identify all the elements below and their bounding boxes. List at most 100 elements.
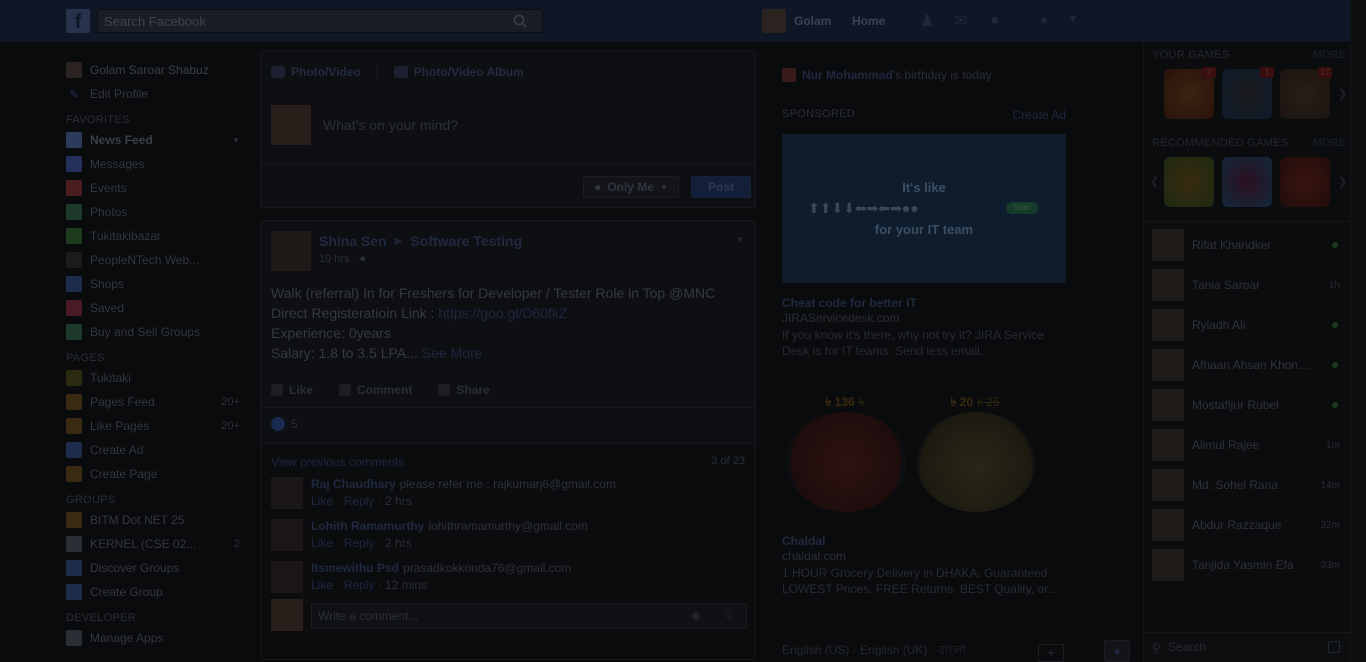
chevron-down-icon[interactable]: ▼	[232, 136, 240, 145]
chevron-right-icon[interactable]: ❯	[1338, 87, 1347, 100]
add-language-button[interactable]: +	[1038, 644, 1064, 662]
comment-like-link[interactable]: Like	[311, 494, 333, 508]
avatar[interactable]	[271, 561, 303, 593]
sidebar-item-create-group[interactable]: Create Group	[66, 580, 246, 604]
language-links[interactable]: English (US) · English (UK) · বাংলা	[782, 642, 966, 662]
comment-input[interactable]: Write a comment...	[311, 603, 747, 629]
sidebar-profile-link[interactable]: Golam Saroar Shabuz	[66, 58, 246, 82]
like-button[interactable]: Like	[271, 383, 313, 397]
sidebar-item-discover-groups[interactable]: Discover Groups	[66, 556, 246, 580]
game-fruit-ninja[interactable]	[1280, 157, 1330, 207]
chat-options-icon[interactable]	[1328, 641, 1340, 653]
comment-like-link[interactable]: Like	[311, 578, 333, 592]
comment-author-link[interactable]: Lohith Ramamurthy	[311, 519, 424, 533]
sidebar-item-manage-apps[interactable]: Manage Apps	[66, 626, 246, 650]
privacy-selector-button[interactable]: ● Only Me ▼	[583, 176, 679, 198]
status-input[interactable]: What's on your mind?	[323, 117, 458, 133]
share-button[interactable]: Share	[438, 383, 490, 397]
chat-friend-item[interactable]: Alimul Rajee 1m	[1152, 428, 1344, 462]
messages-icon[interactable]: ✉	[950, 11, 972, 31]
game-8-ball-pool[interactable]: 1	[1222, 67, 1274, 119]
privacy-shortcuts-icon[interactable]: ●	[1040, 12, 1048, 27]
sidebar-item-photos[interactable]: Photos	[66, 200, 246, 224]
story-line: Walk (referral) In for Freshers for Deve…	[271, 285, 716, 301]
more-games-link[interactable]: MORE	[1313, 49, 1346, 61]
create-ad-link[interactable]: Create Ad	[1013, 108, 1066, 122]
comment-button[interactable]: Comment	[339, 383, 412, 397]
game-soccer[interactable]: 27	[1280, 67, 1332, 119]
chat-search-input[interactable]	[1144, 633, 1304, 661]
sidebar-item-like-pages[interactable]: Like Pages 20+	[66, 414, 246, 438]
chevron-left-icon[interactable]: ❮	[1150, 175, 1159, 188]
sidebar-item-kernel-cse-02[interactable]: KERNEL (CSE 02... 2	[66, 532, 246, 556]
avatar[interactable]	[271, 519, 303, 551]
chat-friend-item[interactable]: Ryiadh Ali	[1152, 308, 1344, 342]
sidebar-item-events[interactable]: Events	[66, 176, 246, 200]
chat-friend-item[interactable]: Tania Saroar 1h	[1152, 268, 1344, 302]
top-profile-link[interactable]: Golam	[762, 9, 831, 33]
chevron-right-icon[interactable]: ❯	[1338, 175, 1347, 188]
sidebar-item-saved[interactable]: Saved	[66, 296, 246, 320]
comment-reply-link[interactable]: Reply	[344, 494, 375, 508]
chat-friend-item[interactable]: Mostafijur Rubel	[1152, 388, 1344, 422]
ad-image-jira[interactable]: It's like ⬆⬆⬇⬇⬅➡⬅➡●● Start for your IT t…	[782, 134, 1066, 283]
chat-friend-item[interactable]: Afhaan Ahsan Khond...	[1152, 348, 1344, 382]
search-input[interactable]	[98, 10, 498, 32]
view-previous-comments-link[interactable]: View previous comments	[271, 455, 404, 469]
friend-requests-icon[interactable]: ♟	[916, 11, 938, 31]
birthday-reminder[interactable]: Nur Mohammad's birthday is today	[782, 68, 992, 82]
comment-reply-link[interactable]: Reply	[344, 536, 375, 550]
game-fruit[interactable]	[1164, 157, 1214, 207]
game-candy-crush[interactable]: 2	[1164, 67, 1216, 119]
see-more-link[interactable]: See More	[422, 345, 483, 361]
divider	[770, 50, 771, 662]
camera-icon[interactable]: ◉	[691, 609, 705, 622]
story-group-link[interactable]: Software Testing	[410, 233, 522, 249]
search-icon[interactable]	[498, 10, 542, 32]
account-menu-caret-icon[interactable]: ▼	[1068, 14, 1078, 25]
chat-friend-item[interactable]: Tanjida Yasmin Efa 33m	[1152, 548, 1344, 582]
game-bubble[interactable]	[1222, 157, 1272, 207]
sidebar-edit-profile[interactable]: ✎ Edit Profile	[66, 82, 246, 106]
reactions-summary[interactable]: 5	[271, 417, 298, 431]
comment-author-link[interactable]: Raj Chaudhary	[311, 477, 396, 491]
sidebar-item-create-page[interactable]: Create Page	[66, 462, 246, 486]
chat-friend-item[interactable]: Abdur Razzaque 32m	[1152, 508, 1344, 542]
ad-title-link[interactable]: Chaldal	[782, 534, 825, 548]
chevron-down-icon[interactable]: ▼	[735, 235, 745, 246]
sidebar-item-create-ad[interactable]: Create Ad	[66, 438, 246, 462]
story-link[interactable]: https://goo.gl/D60fkZ	[438, 305, 567, 321]
home-link[interactable]: Home	[852, 14, 885, 28]
sidebar-item-count: 20+	[221, 420, 240, 432]
chat-friend-item[interactable]: Rifat Khandker	[1152, 228, 1344, 262]
sidebar-item-buy-and-sell-groups[interactable]: Buy and Sell Groups	[66, 320, 246, 344]
tab-photo-video-album[interactable]: Photo/Video Album	[393, 65, 524, 79]
more-games-link[interactable]: MORE	[1313, 137, 1346, 149]
tab-photo-video[interactable]: Photo/Video	[271, 65, 361, 79]
sidebar-item-peoplentech-web[interactable]: PeopleNTech Web...	[66, 248, 246, 272]
avatar[interactable]	[271, 477, 303, 509]
sidebar-item-news-feed[interactable]: News Feed ▼	[66, 128, 246, 152]
sidebar-item-tukitaki[interactable]: Tukitaki	[66, 366, 246, 390]
sidebar-item-tukitakibazar[interactable]: Tukitakibazar	[66, 224, 246, 248]
sidebar-item-pages-feed[interactable]: Pages Feed 20+	[66, 390, 246, 414]
story-timestamp[interactable]: 10 hrs · ●	[319, 253, 366, 265]
story-author-link[interactable]: Shina Sen	[319, 233, 387, 249]
ad-title-link[interactable]: Cheat code for better IT	[782, 296, 917, 310]
post-button[interactable]: Post	[691, 176, 751, 198]
comment-author-link[interactable]: Itsmewithu Psd	[311, 561, 399, 575]
notifications-globe-icon[interactable]: ●	[984, 11, 1006, 31]
sidebar-item-bitm-dot-net-25[interactable]: BITM Dot NET 25	[66, 508, 246, 532]
comment-like-link[interactable]: Like	[311, 536, 333, 550]
facebook-logo-icon[interactable]: f	[66, 9, 90, 33]
emoji-icon[interactable]: ☺	[723, 609, 737, 621]
chat-friend-item[interactable]: Md. Sohel Rana 14m	[1152, 468, 1344, 502]
ad-product-beans[interactable]: ৳ 136 ৳	[782, 394, 908, 514]
avatar[interactable]	[271, 231, 311, 271]
page-scrollbar[interactable]	[1350, 0, 1366, 662]
globe-icon[interactable]: ●	[1104, 640, 1130, 662]
sidebar-item-shops[interactable]: Shops	[66, 272, 246, 296]
ad-product-seeds[interactable]: ৳ 20 ৳ 25	[912, 394, 1038, 514]
sidebar-item-messages[interactable]: Messages	[66, 152, 246, 176]
comment-reply-link[interactable]: Reply	[344, 578, 375, 592]
